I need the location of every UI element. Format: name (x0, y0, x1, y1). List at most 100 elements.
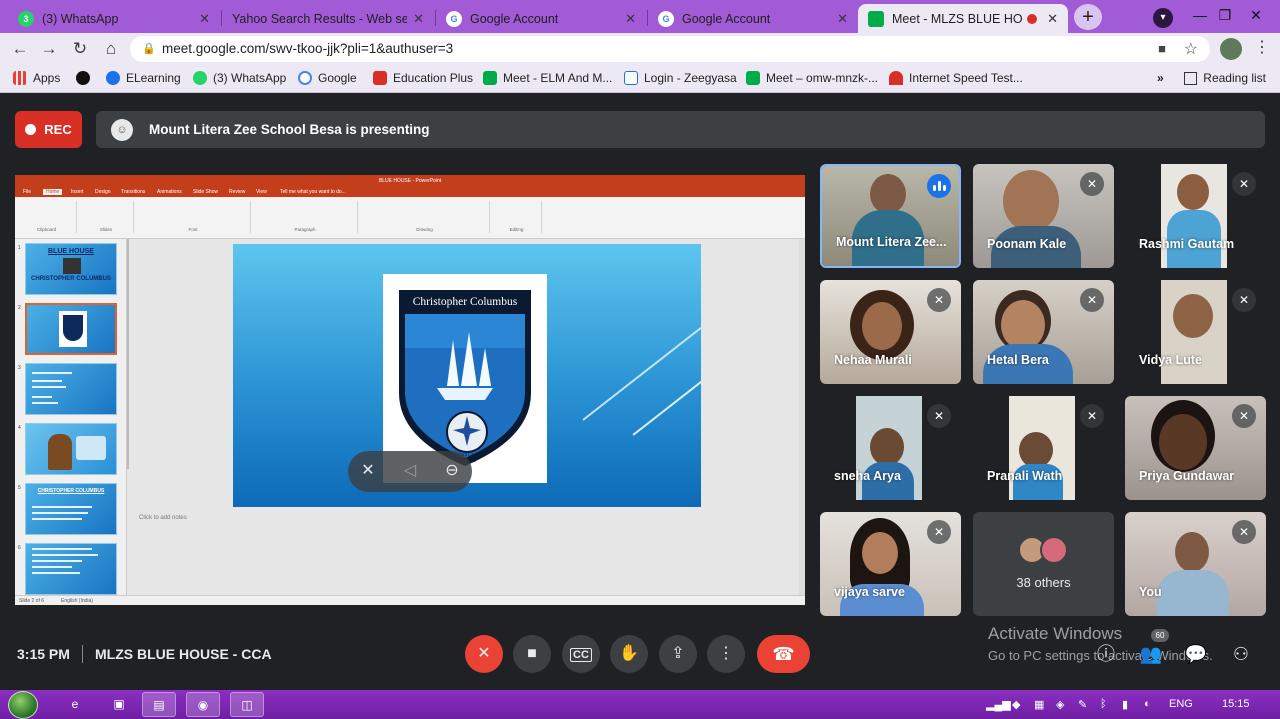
participant-tile[interactable]: ✕ Nehaa Murali (820, 280, 961, 384)
ppt-tell-me: Tell me what you want to do... (280, 189, 346, 195)
present-button[interactable]: ⇪ (659, 635, 697, 673)
thumb-title: BLUE HOUSE (48, 248, 94, 255)
bookmark-meet-elm[interactable]: Meet - ELM And M... (483, 71, 612, 85)
participant-tile[interactable]: ✕ vijaya sarve (820, 512, 961, 616)
slide-thumbnail (25, 363, 117, 415)
tab-meet[interactable]: Meet - MLZS BLUE HOUSE ✕ (858, 4, 1068, 33)
back-icon[interactable]: ← (8, 37, 32, 61)
battery-icon[interactable]: ▮ (1122, 698, 1128, 711)
ppt-tab-design: Design (95, 189, 111, 195)
close-icon[interactable]: ✕ (837, 11, 848, 27)
mic-off-icon: ✕ (1232, 288, 1256, 312)
reload-icon[interactable]: ↻ (68, 37, 92, 61)
slide-decor-line (632, 378, 701, 436)
participant-tile[interactable]: ✕ Rashmi Gautam (1125, 164, 1266, 268)
camera-toggle-button[interactable]: ■ (513, 635, 551, 673)
camera-icon[interactable]: ■ (1158, 41, 1166, 56)
bookmark-meet-omw[interactable]: Meet – omw-mnzk-... (746, 71, 878, 85)
participant-tile[interactable]: ✕ sneha Arya (820, 396, 961, 500)
input-language[interactable]: ENG (1169, 698, 1193, 710)
tab-google-account-2[interactable]: G Google Account ✕ (648, 4, 858, 33)
captions-button[interactable]: CC (562, 635, 600, 673)
activities-icon[interactable]: ⚇ (1228, 641, 1254, 667)
profile-avatar[interactable] (1220, 38, 1242, 60)
participant-video (862, 532, 898, 574)
others-tile[interactable]: 38 others (973, 512, 1114, 616)
tab-google-account-1[interactable]: G Google Account ✕ (436, 4, 646, 33)
participant-name: Mount Litera Zee... (836, 235, 947, 249)
system-clock[interactable]: 15:15 (1222, 698, 1250, 710)
remove-icon[interactable]: ⊖ (440, 459, 464, 483)
mic-off-icon: ✕ (1080, 288, 1104, 312)
bookmark-elearning[interactable]: ELearning (106, 71, 181, 85)
tray-icon[interactable]: ◆ (1012, 698, 1020, 711)
pin-off-icon[interactable]: ✕ (356, 459, 380, 483)
bluetooth-icon[interactable]: ᛒ (1100, 698, 1107, 710)
ribbon-group-label: Paragraph (294, 227, 316, 232)
participant-tile[interactable]: Mount Litera Zee... (820, 164, 961, 268)
ppt-status-bar: Slide 2 of 6 English (India) (15, 595, 805, 605)
address-bar[interactable]: 🔒 meet.google.com/swv-tkoo-jjk?pli=1&aut… (130, 36, 1210, 62)
presenter-controls-overlay[interactable]: ✕ ◁ ⊖ (348, 451, 472, 492)
participant-video (870, 174, 906, 214)
ppt-tab-slideshow: Slide Show (193, 189, 219, 195)
bookmark-unnamed[interactable] (76, 71, 96, 85)
close-icon[interactable]: ✕ (1047, 11, 1058, 27)
self-tile[interactable]: ✕ You (1125, 512, 1266, 616)
close-icon[interactable]: ✕ (199, 11, 210, 27)
tab-yahoo[interactable]: Yahoo Search Results - Web search ✕ (222, 4, 434, 33)
start-button[interactable] (8, 691, 38, 719)
app-icon[interactable]: ▣ (102, 692, 136, 717)
ribbon-group-font: Font (136, 201, 251, 233)
tray-icon[interactable]: ▦ (1034, 698, 1044, 711)
menu-icon[interactable]: ⋮ (1254, 37, 1270, 57)
participant-tile[interactable]: ✕ Poonam Kale (973, 164, 1114, 268)
bookmark-zeegyasa[interactable]: Login - Zeegyasa (624, 71, 737, 85)
slide-title: Christopher Columbus (413, 296, 518, 308)
star-icon[interactable]: ☆ (1184, 39, 1198, 59)
participant-tile[interactable]: ✕ Hetal Bera (973, 280, 1114, 384)
new-tab-button[interactable]: + (1074, 4, 1102, 30)
bookmark-speed-test[interactable]: Internet Speed Test... (889, 71, 1023, 85)
close-icon[interactable]: ✕ (625, 11, 636, 27)
thumb-figure (48, 434, 72, 470)
mute-audio-icon[interactable]: ◁ (398, 459, 422, 483)
participant-name: Priya Gundawar (1139, 469, 1235, 483)
participant-tile[interactable]: ✕ Vidya Lute (1125, 280, 1266, 384)
participant-tile[interactable]: ✕ Priya Gundawar (1125, 396, 1266, 500)
ie-icon[interactable]: e (58, 692, 92, 717)
chrome-icon[interactable]: ◉ (186, 692, 220, 717)
meeting-details-icon[interactable]: ⓘ (1093, 641, 1119, 667)
bookmark-google[interactable]: Google (298, 71, 357, 85)
tray-icon[interactable]: ◐ (1144, 698, 1151, 710)
leave-call-button[interactable]: ☎ (757, 635, 810, 673)
bookmark-whatsapp[interactable]: (3) WhatsApp (193, 71, 286, 85)
raise-hand-button[interactable]: ✋ (610, 635, 648, 673)
tray-icon[interactable]: ◈ (1056, 698, 1064, 711)
ribbon-group-label: Drawing (416, 227, 433, 232)
participant-tile[interactable]: ✕ Pranali Wath (973, 396, 1114, 500)
close-icon[interactable]: ✕ (413, 11, 424, 27)
people-icon[interactable]: 👥 (1138, 641, 1164, 667)
thumb-line (32, 386, 66, 388)
explorer-icon[interactable]: ▤ (142, 692, 176, 717)
close-window-icon[interactable]: ✕ (1236, 0, 1276, 30)
forward-icon[interactable]: → (37, 37, 61, 61)
more-bookmarks-button[interactable]: » (1157, 71, 1164, 85)
bookmark-education-plus[interactable]: Education Plus (373, 71, 473, 85)
mic-toggle-button[interactable]: ✕ (465, 635, 503, 673)
browser-tab-strip: 3 (3) WhatsApp ✕ Yahoo Search Results - … (0, 0, 1280, 33)
tray-icon[interactable]: ✎ (1078, 698, 1087, 711)
education-plus-icon (373, 71, 387, 85)
chat-icon[interactable]: 💬 (1183, 641, 1209, 667)
reading-list-button[interactable]: Reading list (1184, 71, 1266, 85)
app-icon[interactable]: ◫ (230, 692, 264, 717)
signal-icon[interactable]: ▂▄▆ (986, 698, 1011, 711)
tab-search-icon[interactable]: ▾ (1143, 0, 1183, 30)
more-options-button[interactable]: ⋮ (707, 635, 745, 673)
ppt-edit-area: Christopher Columbus Mount Litera Zee Sc… (129, 239, 805, 595)
bookmark-apps[interactable]: Apps (13, 71, 60, 85)
home-icon[interactable]: ⌂ (99, 37, 123, 61)
bookmark-label: Google (318, 71, 357, 85)
tab-whatsapp[interactable]: 3 (3) WhatsApp ✕ (8, 4, 220, 33)
